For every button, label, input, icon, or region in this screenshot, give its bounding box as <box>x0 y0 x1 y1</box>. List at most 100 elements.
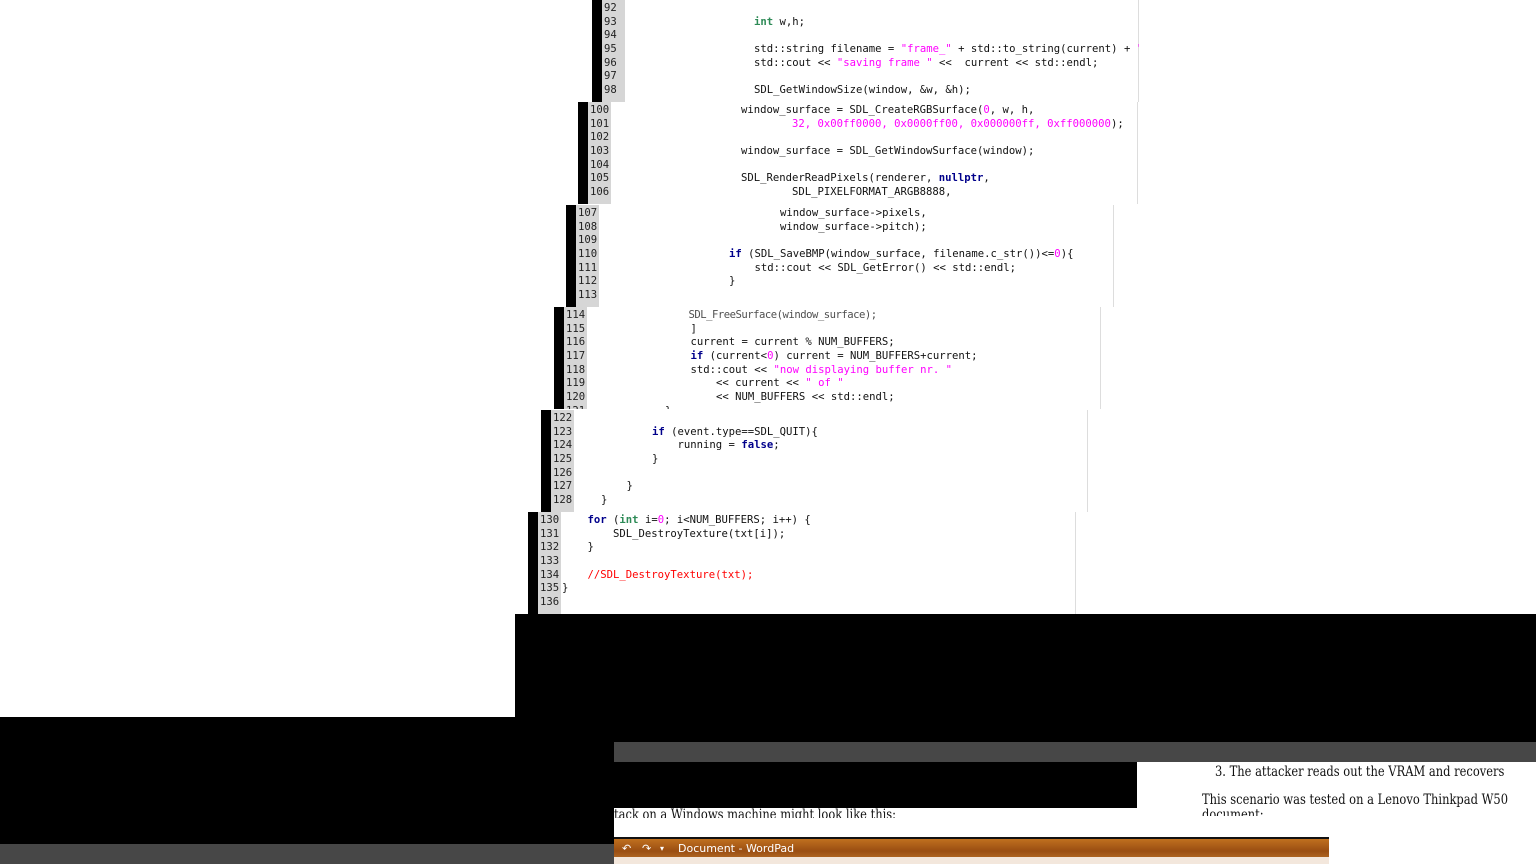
gutter-marker-bar <box>578 102 588 204</box>
code-token: nullptr <box>938 172 984 185</box>
code-token: (event.type==SDL_QUIT){ <box>664 425 818 438</box>
line-number: 131 <box>540 527 560 540</box>
code-line[interactable]: SDL_FreeSurface(window_surface); <box>665 309 878 323</box>
code-line[interactable]: running = false; <box>601 439 780 453</box>
line-number: 95 <box>604 43 617 55</box>
code-token: running = <box>601 439 742 452</box>
line-number: 114 <box>566 309 586 321</box>
code-token: current = current % NUM_BUFFERS; <box>665 336 895 349</box>
line-number: 136 <box>540 596 560 609</box>
code-token: false <box>741 439 774 452</box>
code-line[interactable]: ] <box>665 323 697 337</box>
code-token: window_surface->pitch); <box>729 220 927 233</box>
code-token: ); <box>1110 117 1124 130</box>
code-line[interactable]: for (int i=0; i<NUM_BUFFERS; i++) { <box>562 514 811 528</box>
code-token: } <box>665 405 671 409</box>
code-token: if <box>729 248 742 260</box>
black-overlay <box>515 614 1536 742</box>
quick-access-dropdown-icon[interactable]: ▾ <box>660 844 664 853</box>
code-line[interactable]: } <box>729 275 735 289</box>
line-number: 126 <box>553 466 573 479</box>
code-token: "frame_" <box>900 43 952 55</box>
code-token: std::cout << <box>754 56 837 69</box>
code-line[interactable]: current = current % NUM_BUFFERS; <box>665 336 895 350</box>
line-number: 106 <box>590 186 610 199</box>
gray-bar <box>0 844 614 864</box>
code-line[interactable]: window_surface = SDL_CreateRGBSurface(0,… <box>741 104 1034 118</box>
code-token: std::cout << <box>665 363 774 376</box>
line-number: 93 <box>604 15 617 28</box>
code-line[interactable]: //SDL_DestroyTexture(txt); <box>562 569 754 583</box>
code-line[interactable]: window_surface->pixels, <box>729 207 927 221</box>
gray-bar <box>614 742 1536 762</box>
code-token: window_surface = SDL_GetWindowSurface(wi… <box>741 145 1035 157</box>
code-token: if <box>652 425 665 438</box>
code-line[interactable]: } <box>601 494 607 508</box>
line-number: 124 <box>553 439 573 452</box>
article-paragraph-cont: document: <box>1202 807 1264 816</box>
code-line[interactable]: if (SDL_SaveBMP(window_surface, filename… <box>729 248 1073 262</box>
code-line[interactable]: SDL_PIXELFORMAT_ARGB8888, <box>741 186 951 200</box>
code-line[interactable]: SDL_RenderReadPixels(renderer, nullptr, <box>741 172 990 186</box>
code-line[interactable]: SDL_GetWindowSize(window, &w, &h); <box>754 84 971 98</box>
gutter-marker-bar <box>554 307 564 409</box>
code-token: } <box>562 582 569 595</box>
code-token: << NUM_BUFFERS << std::endl; <box>665 391 895 404</box>
code-block-5: 122 123 if (event.type==SDL_QUIT){124 run… <box>541 410 1088 512</box>
code-line[interactable]: << current << " of " <box>665 377 844 391</box>
code-token: std::cout << SDL_GetError() << std::endl… <box>729 261 1017 274</box>
code-line[interactable]: } <box>601 453 658 467</box>
line-number: 103 <box>590 145 610 157</box>
code-token: ) current = NUM_BUFFERS+current; <box>773 350 978 362</box>
line-number: 117 <box>566 350 586 362</box>
line-number: 102 <box>590 131 610 144</box>
code-token: ".bmp" <box>1137 43 1139 55</box>
code-line[interactable]: std::cout << SDL_GetError() << std::endl… <box>729 261 1017 276</box>
code-token: , <box>983 172 990 185</box>
line-number: 96 <box>604 56 617 69</box>
code-token: i= <box>638 514 658 526</box>
code-token: int <box>619 514 639 526</box>
code-line[interactable]: SDL_DestroyTexture(txt[i]); <box>562 528 785 542</box>
line-number: 108 <box>578 220 598 233</box>
code-line[interactable]: std::cout << "saving frame " << current … <box>754 57 1098 71</box>
code-line[interactable]: if (event.type==SDL_QUIT){ <box>601 426 818 440</box>
code-token: "now displaying buffer nr. " <box>773 363 953 376</box>
line-number: 94 <box>604 29 617 42</box>
line-number: 120 <box>566 391 586 404</box>
code-line[interactable]: std::string filename = "frame_" + std::t… <box>754 43 1139 57</box>
code-line[interactable]: std::cout << "now displaying buffer nr. … <box>665 363 953 378</box>
line-number: 92 <box>604 2 617 14</box>
code-line[interactable]: } <box>562 541 594 555</box>
line-number: 118 <box>566 363 586 376</box>
black-overlay <box>614 762 1137 808</box>
line-number: 125 <box>553 453 573 465</box>
code-line[interactable]: 32, 0x00ff0000, 0x0000ff00, 0x000000ff, … <box>741 118 1124 132</box>
code-line[interactable]: << NUM_BUFFERS << std::endl; <box>665 391 895 405</box>
code-token: SDL_DestroyTexture(txt[i]); <box>562 527 786 540</box>
code-token: ] <box>665 322 697 335</box>
window-title: Document - WordPad <box>678 842 795 855</box>
code-token: w,h; <box>773 15 806 28</box>
code-token: window_surface = SDL_CreateRGBSurface( <box>741 104 984 116</box>
redo-icon[interactable]: ↷ <box>642 842 651 855</box>
code-line[interactable]: window_surface = SDL_GetWindowSurface(wi… <box>741 145 1034 159</box>
code-line[interactable]: } <box>562 582 568 596</box>
code-line[interactable]: } <box>601 480 633 494</box>
undo-icon[interactable]: ↶ <box>622 842 631 855</box>
code-token: 32, 0x00ff0000, 0x0000ff00, 0x000000ff, … <box>792 117 1111 130</box>
code-line[interactable]: if (current<0) current = NUM_BUFFERS+cur… <box>665 350 978 364</box>
code-line[interactable]: window_surface->pitch); <box>729 221 927 235</box>
code-token: } <box>601 480 633 493</box>
article-left-text: tack on a Windows machine might look lik… <box>614 807 897 821</box>
line-number: 134 <box>540 568 560 581</box>
line-number: 123 <box>553 425 573 438</box>
line-number: 111 <box>578 261 598 274</box>
code-line[interactable]: } <box>665 405 671 409</box>
code-line[interactable]: int w,h; <box>754 16 805 30</box>
code-token: ; <box>773 439 780 452</box>
line-number: 113 <box>578 289 598 302</box>
code-token: ( <box>606 514 620 526</box>
